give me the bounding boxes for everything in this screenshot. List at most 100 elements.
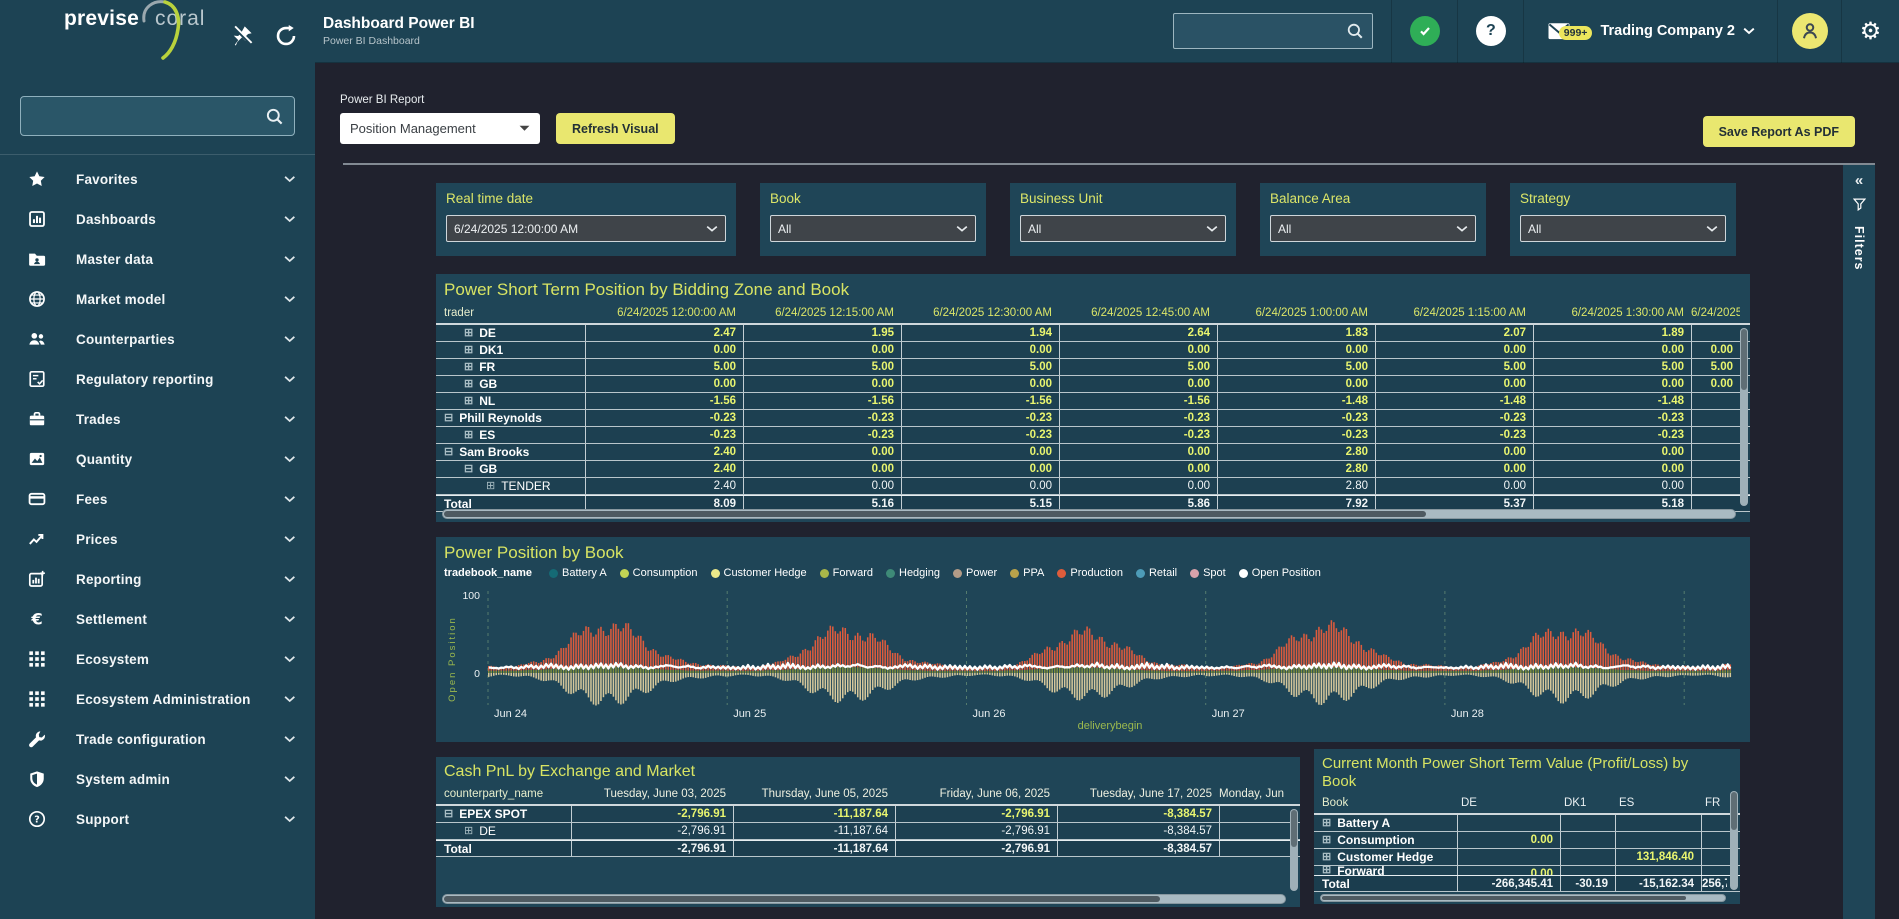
slicer-dropdown[interactable]: All bbox=[770, 215, 976, 242]
sidebar-item-settlement[interactable]: € Settlement bbox=[0, 599, 315, 639]
expand-icon[interactable]: ⊞ bbox=[464, 362, 473, 373]
expand-icon[interactable]: ⊞ bbox=[1322, 866, 1331, 875]
save-report-pdf-button[interactable]: Save Report As PDF bbox=[1703, 116, 1855, 147]
row-label: Total bbox=[436, 841, 571, 856]
expand-icon[interactable]: ⊞ bbox=[1322, 852, 1331, 863]
expand-icon[interactable]: ⊞ bbox=[464, 328, 473, 339]
sidebar-item-trades[interactable]: Trades bbox=[0, 399, 315, 439]
slicer-title: Real time date bbox=[446, 191, 726, 206]
slicer-dropdown[interactable]: All bbox=[1520, 215, 1726, 242]
position-table-vertical-scrollbar[interactable] bbox=[1740, 328, 1748, 506]
cell-value: 0.00 bbox=[1457, 832, 1560, 848]
settings-button[interactable]: ⚙ bbox=[1841, 0, 1899, 63]
sidebar-search-input[interactable] bbox=[31, 107, 265, 125]
sidebar-item-prices[interactable]: Prices bbox=[0, 519, 315, 559]
legend-item-hedging[interactable]: Hedging bbox=[886, 567, 940, 579]
legend-swatch bbox=[1190, 569, 1199, 578]
topbar-search-input[interactable] bbox=[1182, 23, 1346, 40]
slicer-dropdown[interactable]: 6/24/2025 12:00:00 AM bbox=[446, 215, 726, 242]
sidebar-item-label: Fees bbox=[76, 492, 108, 507]
expand-icon[interactable]: ⊞ bbox=[486, 481, 495, 492]
cash-table-horizontal-scrollbar[interactable] bbox=[442, 894, 1286, 904]
table-header-row: trader6/24/2025 12:00:00 AM6/24/2025 12:… bbox=[436, 302, 1750, 323]
grid-icon bbox=[28, 690, 46, 708]
position-table-horizontal-scrollbar[interactable] bbox=[442, 509, 1736, 519]
sidebar-item-support[interactable]: ? Support bbox=[0, 799, 315, 839]
sidebar-item-reporting[interactable]: Reporting bbox=[0, 559, 315, 599]
legend-swatch bbox=[953, 569, 962, 578]
legend-item-production[interactable]: Production bbox=[1057, 567, 1123, 579]
report-select[interactable]: Position Management bbox=[340, 113, 540, 144]
cash-table-vertical-scrollbar[interactable] bbox=[1290, 809, 1298, 891]
legend-item-open-position[interactable]: Open Position bbox=[1239, 567, 1321, 579]
table-row: Total-266,345.41-30.19-15,162.34256,7 bbox=[1314, 875, 1740, 892]
svg-text:Jun 26: Jun 26 bbox=[973, 708, 1006, 720]
search-icon[interactable] bbox=[1346, 22, 1364, 40]
filter-funnel-icon[interactable] bbox=[1853, 198, 1866, 216]
cell-value bbox=[1701, 849, 1727, 865]
collapse-icon[interactable]: ⊟ bbox=[444, 447, 453, 458]
expand-icon[interactable]: ⊞ bbox=[464, 826, 473, 837]
notifications-button[interactable]: 999+ bbox=[1524, 19, 1594, 43]
company-name: Trading Company 2 bbox=[1600, 23, 1735, 39]
table-header-cell: 6/24/2025 12:30:00 AM bbox=[901, 307, 1059, 319]
expand-icon[interactable]: ⊞ bbox=[464, 345, 473, 356]
sidebar-item-regulatory-reporting[interactable]: Regulatory reporting bbox=[0, 359, 315, 399]
table-row: ⊟Sam Brooks2.400.000.000.002.800.000.00 bbox=[436, 444, 1750, 461]
sidebar-item-favorites[interactable]: Favorites bbox=[0, 159, 315, 199]
expand-icon[interactable]: ⊞ bbox=[1322, 818, 1331, 829]
cell-value: -0.23 bbox=[585, 427, 743, 443]
sidebar-item-counterparties[interactable]: Counterparties bbox=[0, 319, 315, 359]
legend-item-forward[interactable]: Forward bbox=[820, 567, 873, 579]
month-table-horizontal-scrollbar[interactable] bbox=[1320, 894, 1726, 902]
user-menu-button[interactable] bbox=[1777, 0, 1841, 63]
legend-item-consumption[interactable]: Consumption bbox=[620, 567, 698, 579]
search-icon[interactable] bbox=[265, 107, 284, 126]
expand-icon[interactable]: ⊞ bbox=[464, 396, 473, 407]
month-table-vertical-scrollbar[interactable] bbox=[1730, 791, 1738, 890]
table-row: ⊞FR5.005.005.005.005.005.005.005.00 bbox=[436, 359, 1750, 376]
sidebar-item-fees[interactable]: Fees bbox=[0, 479, 315, 519]
sidebar-item-quantity[interactable]: Quantity bbox=[0, 439, 315, 479]
sidebar-item-master-data[interactable]: Master data bbox=[0, 239, 315, 279]
row-label: ⊞Consumption bbox=[1314, 832, 1457, 848]
help-button[interactable]: ? bbox=[1457, 0, 1523, 63]
sidebar-item-trade-configuration[interactable]: Trade configuration bbox=[0, 719, 315, 759]
company-selector[interactable]: Trading Company 2 bbox=[1594, 23, 1777, 39]
legend-item-ppa[interactable]: PPA bbox=[1010, 567, 1044, 579]
refresh-icon[interactable] bbox=[275, 25, 297, 47]
collapse-icon[interactable]: ⊟ bbox=[464, 464, 473, 475]
check-circle-icon bbox=[1410, 16, 1440, 46]
slicer-dropdown[interactable]: All bbox=[1270, 215, 1476, 242]
expand-filters-icon[interactable]: « bbox=[1855, 173, 1863, 188]
sidebar-item-ecosystem-administration[interactable]: Ecosystem Administration bbox=[0, 679, 315, 719]
legend-item-power[interactable]: Power bbox=[953, 567, 997, 579]
sidebar-item-ecosystem[interactable]: Ecosystem bbox=[0, 639, 315, 679]
refresh-visual-button[interactable]: Refresh Visual bbox=[556, 113, 675, 144]
legend-item-retail[interactable]: Retail bbox=[1136, 567, 1177, 579]
star-icon bbox=[28, 170, 46, 188]
cell-value: 0.00 bbox=[1059, 444, 1217, 460]
logo-brand-bold: previse bbox=[64, 7, 139, 31]
expand-icon[interactable]: ⊞ bbox=[1322, 835, 1331, 846]
svg-text:100: 100 bbox=[462, 590, 480, 602]
collapse-icon[interactable]: ⊟ bbox=[444, 809, 453, 820]
legend-item-battery-a[interactable]: Battery A bbox=[549, 567, 607, 579]
row-label: ⊟Phill Reynolds bbox=[436, 410, 585, 426]
star-icon bbox=[28, 170, 46, 188]
slicer-dropdown[interactable]: All bbox=[1020, 215, 1226, 242]
unpin-icon[interactable] bbox=[231, 25, 253, 47]
svg-text:deliverybegin: deliverybegin bbox=[1078, 720, 1143, 732]
sidebar-item-dashboards[interactable]: Dashboards bbox=[0, 199, 315, 239]
slicer-value: 6/24/2025 12:00:00 AM bbox=[454, 222, 706, 236]
sidebar-item-system-admin[interactable]: System admin bbox=[0, 759, 315, 799]
sidebar-item-market-model[interactable]: Market model bbox=[0, 279, 315, 319]
expand-icon[interactable]: ⊞ bbox=[464, 430, 473, 441]
expand-icon[interactable]: ⊞ bbox=[464, 379, 473, 390]
status-check-button[interactable] bbox=[1391, 0, 1457, 63]
legend-item-customer-hedge[interactable]: Customer Hedge bbox=[711, 567, 807, 579]
cell-value: 0.00 bbox=[1217, 342, 1375, 358]
legend-item-spot[interactable]: Spot bbox=[1190, 567, 1226, 579]
collapse-icon[interactable]: ⊟ bbox=[444, 413, 453, 424]
table-row: ⊟Phill Reynolds-0.23-0.23-0.23-0.23-0.23… bbox=[436, 410, 1750, 427]
